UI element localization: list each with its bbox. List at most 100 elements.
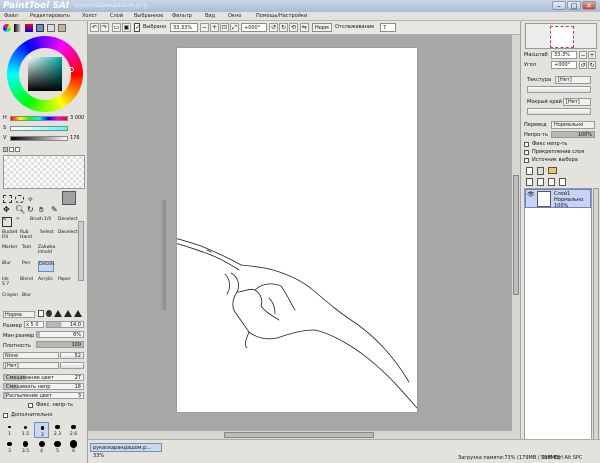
- hand-icon[interactable]: ✋︎: [39, 205, 44, 215]
- color-wheel-icon[interactable]: [3, 24, 11, 32]
- brush-shape-dropdown[interactable]: None: [3, 352, 59, 359]
- brush-size-preset[interactable]: 2.3: [50, 422, 65, 438]
- blend-mode-dropdown[interactable]: Нормально: [551, 121, 595, 129]
- hsv-slider-icon[interactable]: [25, 24, 33, 32]
- rect-select-icon[interactable]: [3, 195, 12, 203]
- angle-field[interactable]: +000°: [551, 61, 577, 69]
- tool-brush[interactable]: Brush: [30, 217, 43, 228]
- mix-opacity-slider[interactable]: Смешивать непр 18: [3, 383, 84, 390]
- brush-shape-icon[interactable]: [54, 310, 62, 317]
- hue-slider[interactable]: [10, 116, 68, 121]
- tool-deselect-2[interactable]: Deselect: [58, 230, 78, 241]
- tool-details[interactable]: Details: [38, 261, 55, 272]
- eye-icon[interactable]: 👁︎: [527, 191, 535, 198]
- zoom-icon[interactable]: 🔍︎: [15, 205, 25, 214]
- tool-fill[interactable]: Zaliwka Inhold: [38, 245, 55, 256]
- brush-size-preset[interactable]: 3: [2, 439, 17, 455]
- navigator-preview[interactable]: [525, 23, 597, 49]
- layer-scrollbar[interactable]: [593, 188, 599, 453]
- menu-view[interactable]: Вид: [205, 13, 215, 19]
- deselect-icon[interactable]: ▭: [112, 23, 121, 32]
- vertical-scroll-thumb[interactable]: [513, 175, 519, 295]
- clear-layer-icon[interactable]: [548, 178, 555, 186]
- scratchpad[interactable]: [3, 155, 85, 189]
- brush-mode-dropdown[interactable]: Норма: [3, 311, 35, 318]
- scale-minus-icon[interactable]: −: [579, 51, 587, 59]
- hue-marker[interactable]: [69, 67, 74, 72]
- lasso-icon[interactable]: [15, 195, 24, 203]
- texture-dropdown-layer[interactable]: [Нет]: [555, 76, 591, 84]
- zoom-in-icon[interactable]: +: [210, 23, 219, 32]
- copy-layer-icon[interactable]: [526, 178, 533, 186]
- tool-pen[interactable]: Pen: [22, 261, 35, 272]
- value-slider[interactable]: [10, 136, 68, 141]
- extra-checkbox[interactable]: [3, 413, 8, 418]
- menu-selection[interactable]: Выбранное: [134, 13, 163, 19]
- fix-opacity-checkbox[interactable]: [28, 403, 33, 408]
- primary-color[interactable]: [62, 191, 76, 205]
- angle-field[interactable]: +000°: [241, 23, 267, 32]
- zoom-out-icon[interactable]: −: [200, 23, 209, 32]
- saturation-value-square[interactable]: [28, 57, 62, 91]
- tool-rub[interactable]: Rub Hand: [20, 230, 33, 241]
- scratchpad-icon[interactable]: [47, 24, 55, 32]
- selection-checkbox[interactable]: ✓: [134, 23, 140, 32]
- layer-row[interactable]: 👁︎ Слой1 Нормально 100%: [525, 189, 591, 209]
- scale-field[interactable]: 33.3%: [551, 51, 577, 59]
- drawing-paper[interactable]: [162, 48, 418, 412]
- menu-file[interactable]: Файл: [4, 13, 18, 19]
- invert-selection-icon[interactable]: ▣: [122, 23, 131, 32]
- tool-paper[interactable]: Paper: [58, 277, 71, 288]
- rotate-right-icon[interactable]: ↻: [279, 23, 288, 32]
- stabilizer-dropdown[interactable]: 7: [380, 23, 396, 32]
- angle-rotate-left-icon[interactable]: ↺: [579, 61, 587, 69]
- tool-airbrush[interactable]: ✑: [16, 217, 29, 228]
- brush-size-preset[interactable]: 4: [34, 439, 49, 455]
- horizontal-scroll-thumb[interactable]: [224, 432, 374, 438]
- navigator-viewport[interactable]: [550, 26, 574, 48]
- density-slider[interactable]: 100: [36, 341, 84, 348]
- brush-size-preset[interactable]: 3.5: [18, 439, 33, 455]
- swatches-icon[interactable]: [36, 24, 44, 32]
- eyedropper-icon[interactable]: ✎: [51, 205, 58, 214]
- swatch[interactable]: [9, 147, 14, 152]
- brush-shape-icon[interactable]: [64, 310, 72, 317]
- zoom-reset-icon[interactable]: ⊡: [220, 23, 229, 32]
- zoom-field[interactable]: 33.33%: [170, 23, 198, 32]
- brush-size-preset[interactable]: 6: [66, 439, 81, 455]
- redo-icon[interactable]: ↷: [100, 23, 109, 32]
- texture-dropdown[interactable]: [Нет]: [3, 362, 59, 369]
- menu-edit[interactable]: Редактировать: [30, 13, 70, 19]
- tool-pencil[interactable]: ✎: [2, 217, 12, 227]
- mix-slider[interactable]: Смешивание цвет 27: [3, 374, 84, 381]
- brush-size-preset[interactable]: 2.6: [66, 422, 81, 438]
- zoom-fit-icon[interactable]: ⤢: [230, 23, 239, 32]
- tool-1-0[interactable]: 1/0: [44, 217, 57, 228]
- horizontal-scrollbar[interactable]: [88, 431, 520, 439]
- tool-grid-scrollbar[interactable]: [78, 221, 84, 281]
- move-icon[interactable]: ✥: [3, 205, 10, 214]
- scale-plus-icon[interactable]: +: [588, 51, 596, 59]
- undo-icon[interactable]: ↶: [90, 23, 99, 32]
- magic-wand-icon[interactable]: ✧: [27, 195, 34, 204]
- brush-shape-icon[interactable]: [38, 310, 45, 317]
- min-size-slider[interactable]: 6%: [36, 331, 84, 338]
- spread-slider[interactable]: Распыление цвет 3: [3, 392, 84, 399]
- tool-deselect[interactable]: Deselect: [58, 217, 78, 228]
- minimize-button[interactable]: –: [552, 1, 566, 10]
- menu-help[interactable]: Помощь/Настройки: [256, 13, 307, 19]
- tool-ink[interactable]: Ink S 7: [2, 277, 15, 288]
- swatch[interactable]: [15, 147, 20, 152]
- wet-edge-slider[interactable]: [527, 108, 591, 115]
- mixer-icon[interactable]: [58, 24, 66, 32]
- delete-layer-icon[interactable]: [559, 178, 566, 186]
- clipping-checkbox[interactable]: [524, 150, 529, 155]
- opacity-slider[interactable]: 100%: [551, 131, 595, 138]
- flip-icon[interactable]: ⇋: [300, 23, 309, 32]
- brush-shape-slider[interactable]: 52: [60, 352, 84, 359]
- rgb-slider-icon[interactable]: [14, 24, 22, 32]
- tool-crayon[interactable]: Crayon: [2, 293, 20, 304]
- rotate-left-icon[interactable]: ↺: [269, 23, 278, 32]
- wet-edge-dropdown[interactable]: [Нет]: [563, 98, 591, 106]
- tool-marker[interactable]: Marker: [2, 245, 18, 256]
